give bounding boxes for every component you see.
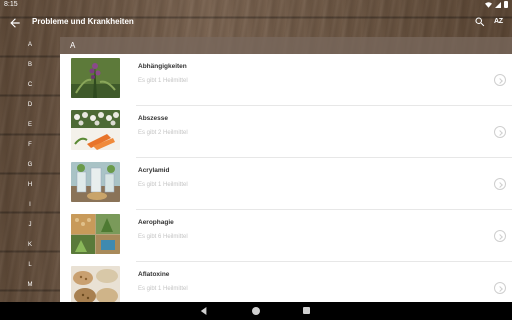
item-title: Aflatoxine [138,271,170,278]
search-icon[interactable] [474,16,486,28]
list-item[interactable]: Abhängigkeiten Es gibt 1 Heilmittel [60,54,512,106]
alpha-letter-k[interactable]: K [20,238,40,252]
item-title: Acrylamid [138,167,170,174]
item-remedy-count: Es gibt 2 Heilmittel [138,130,188,136]
page-title: Probleme und Krankheiten [32,17,134,26]
status-time: 8:15 [4,1,18,8]
item-thumbnail [71,266,120,302]
alpha-letter-f[interactable]: F [20,138,40,152]
section-header: A [60,37,512,54]
item-title: Abhängigkeiten [138,63,187,70]
item-thumbnail [71,58,120,98]
chevron-right-circle-icon[interactable] [494,74,506,86]
system-nav-bar [0,302,512,320]
alpha-letter-l[interactable]: L [20,258,40,272]
item-thumbnail [71,162,120,202]
section-letter: A [70,41,76,50]
remedy-problem-list[interactable]: Abhängigkeiten Es gibt 1 Heilmittel Absz… [60,54,512,302]
chevron-right-circle-icon[interactable] [494,126,506,138]
alpha-letter-b[interactable]: B [20,58,40,72]
alphabet-index: A B C D E F G H I J K L M [0,37,60,302]
chevron-right-circle-icon[interactable] [494,230,506,242]
alpha-letter-c[interactable]: C [20,78,40,92]
signal-icon [495,1,501,8]
item-remedy-count: Es gibt 1 Heilmittel [138,182,188,188]
alpha-letter-g[interactable]: G [20,158,40,172]
status-bar: 8:15 [0,0,512,9]
alpha-letter-d[interactable]: D [20,98,40,112]
chevron-right-circle-icon[interactable] [494,282,506,294]
list-item[interactable]: Aerophagie Es gibt 6 Heilmittel [60,210,512,262]
alpha-letter-j[interactable]: J [20,218,40,232]
item-title: Aerophagie [138,219,174,226]
alpha-letter-i[interactable]: I [20,198,40,212]
list-item[interactable]: Aflatoxine Es gibt 1 Heilmittel [60,262,512,302]
content-area: A Abhängigkeiten Es gibt 1 Heilmittel Ab… [60,37,512,302]
item-remedy-count: Es gibt 1 Heilmittel [138,78,188,84]
sort-az-button[interactable]: AZ [494,18,503,25]
list-item[interactable]: Abszesse Es gibt 2 Heilmittel [60,106,512,158]
item-thumbnail [71,214,120,254]
nav-recents-icon[interactable] [303,307,310,314]
alpha-letter-a[interactable]: A [20,38,40,52]
wifi-icon [485,1,492,8]
arrow-left-icon[interactable] [8,16,22,30]
status-icons [485,1,508,8]
battery-icon [504,1,508,8]
chevron-right-circle-icon[interactable] [494,178,506,190]
nav-home-icon[interactable] [252,307,260,315]
alpha-letter-m[interactable]: M [20,278,40,292]
item-remedy-count: Es gibt 6 Heilmittel [138,234,188,240]
item-thumbnail [71,110,120,150]
nav-back-icon[interactable] [200,307,208,315]
app-bar: Probleme und Krankheiten AZ [0,9,512,37]
alpha-letter-h[interactable]: H [20,178,40,192]
item-remedy-count: Es gibt 1 Heilmittel [138,286,188,292]
alpha-letter-e[interactable]: E [20,118,40,132]
list-item[interactable]: Acrylamid Es gibt 1 Heilmittel [60,158,512,210]
item-title: Abszesse [138,115,168,122]
